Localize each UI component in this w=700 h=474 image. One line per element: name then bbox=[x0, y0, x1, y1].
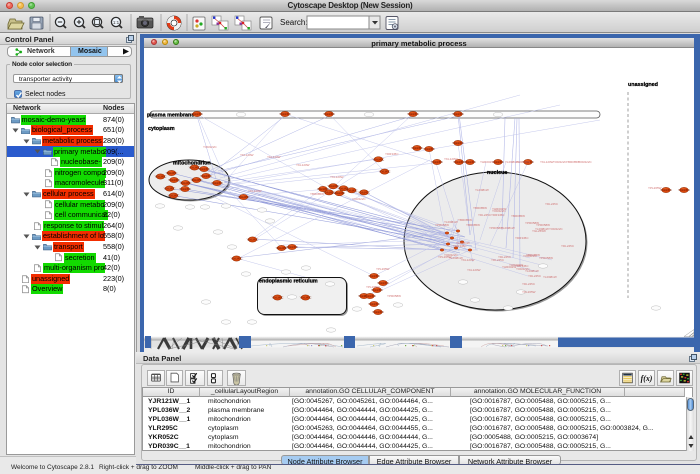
svg-text:YHR002W: YHR002W bbox=[509, 263, 523, 267]
svg-text:Search:: Search: bbox=[280, 18, 308, 27]
svg-text:YDR345C: YDR345C bbox=[379, 170, 391, 174]
svg-text:YDR345C: YDR345C bbox=[423, 147, 435, 151]
svg-text:YBR085W: YBR085W bbox=[310, 192, 324, 196]
svg-text:YBR085W: YBR085W bbox=[473, 206, 487, 210]
svg-text:YDR345C: YDR345C bbox=[491, 213, 505, 217]
svg-text:YKL120W: YKL120W bbox=[330, 175, 344, 179]
svg-text:YDR345C: YDR345C bbox=[286, 245, 298, 249]
svg-text:YDL245C: YDL245C bbox=[478, 213, 492, 217]
svg-text:YPR058W: YPR058W bbox=[387, 294, 401, 298]
svg-text:YDR345C: YDR345C bbox=[358, 190, 370, 194]
svg-text:YOR222C: YOR222C bbox=[549, 227, 564, 231]
svg-text:YPR058W: YPR058W bbox=[489, 226, 503, 230]
svg-text:f(x): f(x) bbox=[641, 374, 653, 383]
svg-text:YDR345C: YDR345C bbox=[155, 175, 167, 179]
svg-text:YBR085W: YBR085W bbox=[466, 223, 480, 227]
svg-text:YHR002W: YHR002W bbox=[492, 207, 506, 211]
svg-text:YOR222C: YOR222C bbox=[523, 254, 538, 258]
svg-text:YDR345C: YDR345C bbox=[411, 146, 423, 150]
svg-text:YDR345C: YDR345C bbox=[464, 160, 476, 164]
svg-text:YDR345C: YDR345C bbox=[179, 187, 191, 191]
svg-text:YDL245C: YDL245C bbox=[561, 244, 575, 248]
svg-text:YDR345C: YDR345C bbox=[198, 167, 210, 171]
svg-text:YDR345C: YDR345C bbox=[372, 310, 384, 314]
svg-text:endoplasmic reticulum: endoplasmic reticulum bbox=[259, 279, 318, 285]
svg-text:YDL245C: YDL245C bbox=[522, 282, 536, 286]
svg-text:YPR058W: YPR058W bbox=[539, 256, 553, 260]
svg-text:YLR081W: YLR081W bbox=[525, 269, 539, 273]
svg-text:YDR345C: YDR345C bbox=[368, 274, 380, 278]
svg-text:YDR345C: YDR345C bbox=[373, 157, 385, 161]
svg-text:unassigned: unassigned bbox=[628, 82, 658, 88]
svg-text:YDR345C: YDR345C bbox=[168, 194, 180, 198]
svg-text:YDR345C: YDR345C bbox=[272, 296, 284, 300]
svg-text:YDR345C: YDR345C bbox=[452, 141, 464, 145]
svg-text:YLR081W: YLR081W bbox=[501, 226, 515, 230]
svg-text:YKL120W: YKL120W bbox=[248, 189, 262, 193]
svg-text:YHR002W: YHR002W bbox=[516, 160, 530, 164]
svg-text:YDR345C: YDR345C bbox=[200, 174, 212, 178]
svg-text:YBR085W: YBR085W bbox=[511, 214, 525, 218]
svg-text:YDR345C: YDR345C bbox=[247, 238, 259, 242]
svg-text:YDR345C: YDR345C bbox=[323, 112, 335, 116]
svg-text:YDR345C: YDR345C bbox=[368, 302, 380, 306]
svg-text:YDR345C: YDR345C bbox=[515, 236, 529, 240]
svg-text:YDL245C: YDL245C bbox=[545, 202, 559, 206]
svg-text:YDR345C: YDR345C bbox=[678, 188, 690, 192]
svg-text:YPL265W: YPL265W bbox=[376, 267, 390, 271]
svg-text:YPL265W: YPL265W bbox=[522, 290, 536, 294]
svg-text:YDR345C: YDR345C bbox=[231, 257, 243, 261]
svg-text:YOR222C: YOR222C bbox=[203, 145, 218, 149]
svg-text:YDR345C: YDR345C bbox=[364, 294, 376, 298]
svg-text:cytoplasm: cytoplasm bbox=[148, 126, 175, 132]
svg-text:YDL245C: YDL245C bbox=[528, 274, 542, 278]
svg-text:nucleus: nucleus bbox=[487, 170, 507, 176]
svg-text:YDR345C: YDR345C bbox=[431, 160, 443, 164]
svg-text:YOR222C: YOR222C bbox=[352, 197, 367, 201]
svg-text:YKL120W: YKL120W bbox=[240, 153, 254, 157]
svg-text:YPL265W: YPL265W bbox=[648, 186, 662, 190]
svg-text:YDR345C: YDR345C bbox=[385, 152, 399, 156]
svg-text:YDR345C: YDR345C bbox=[279, 112, 291, 116]
svg-text:YLR081W: YLR081W bbox=[475, 188, 489, 192]
svg-text:YDL245C: YDL245C bbox=[498, 255, 512, 259]
svg-text:YKL120W: YKL120W bbox=[461, 258, 475, 262]
svg-text:YDR345C: YDR345C bbox=[166, 171, 178, 175]
svg-text:YDR345C: YDR345C bbox=[191, 178, 203, 182]
svg-text:YDR345C: YDR345C bbox=[300, 296, 312, 300]
svg-text:YDR345C: YDR345C bbox=[168, 178, 180, 182]
svg-text:YDR345C: YDR345C bbox=[660, 188, 672, 192]
svg-text:YDR345C: YDR345C bbox=[238, 195, 250, 199]
svg-text:YDR345C: YDR345C bbox=[211, 181, 223, 185]
svg-text:YDR345C: YDR345C bbox=[333, 191, 345, 195]
svg-text:YDR345C: YDR345C bbox=[164, 187, 176, 191]
svg-text:YLR081W: YLR081W bbox=[444, 220, 458, 224]
svg-text:YHR002W: YHR002W bbox=[480, 160, 494, 164]
svg-text:YKL120W: YKL120W bbox=[296, 163, 310, 167]
svg-text:YKL120W: YKL120W bbox=[444, 157, 458, 161]
svg-text:YDR345C: YDR345C bbox=[323, 190, 335, 194]
svg-text:YLR081W: YLR081W bbox=[543, 275, 557, 279]
svg-text:YDR345C: YDR345C bbox=[452, 112, 464, 116]
svg-text:YBR085W: YBR085W bbox=[458, 218, 472, 222]
svg-text:YPL265W: YPL265W bbox=[366, 285, 380, 289]
svg-text:1:1: 1:1 bbox=[113, 20, 120, 25]
svg-text:YDR345C: YDR345C bbox=[407, 112, 419, 116]
svg-text:YDR345C: YDR345C bbox=[346, 188, 358, 192]
svg-text:YDR345C: YDR345C bbox=[453, 244, 467, 248]
svg-text:YKL120W: YKL120W bbox=[540, 160, 554, 164]
svg-text:YOR222C: YOR222C bbox=[578, 160, 593, 164]
svg-text:YGL255W: YGL255W bbox=[532, 229, 546, 233]
svg-text:plasma membrane: plasma membrane bbox=[147, 113, 194, 119]
svg-text:YKL120W: YKL120W bbox=[467, 268, 481, 272]
svg-text:YKL120W: YKL120W bbox=[267, 155, 281, 159]
svg-text:YDR345C: YDR345C bbox=[191, 112, 203, 116]
